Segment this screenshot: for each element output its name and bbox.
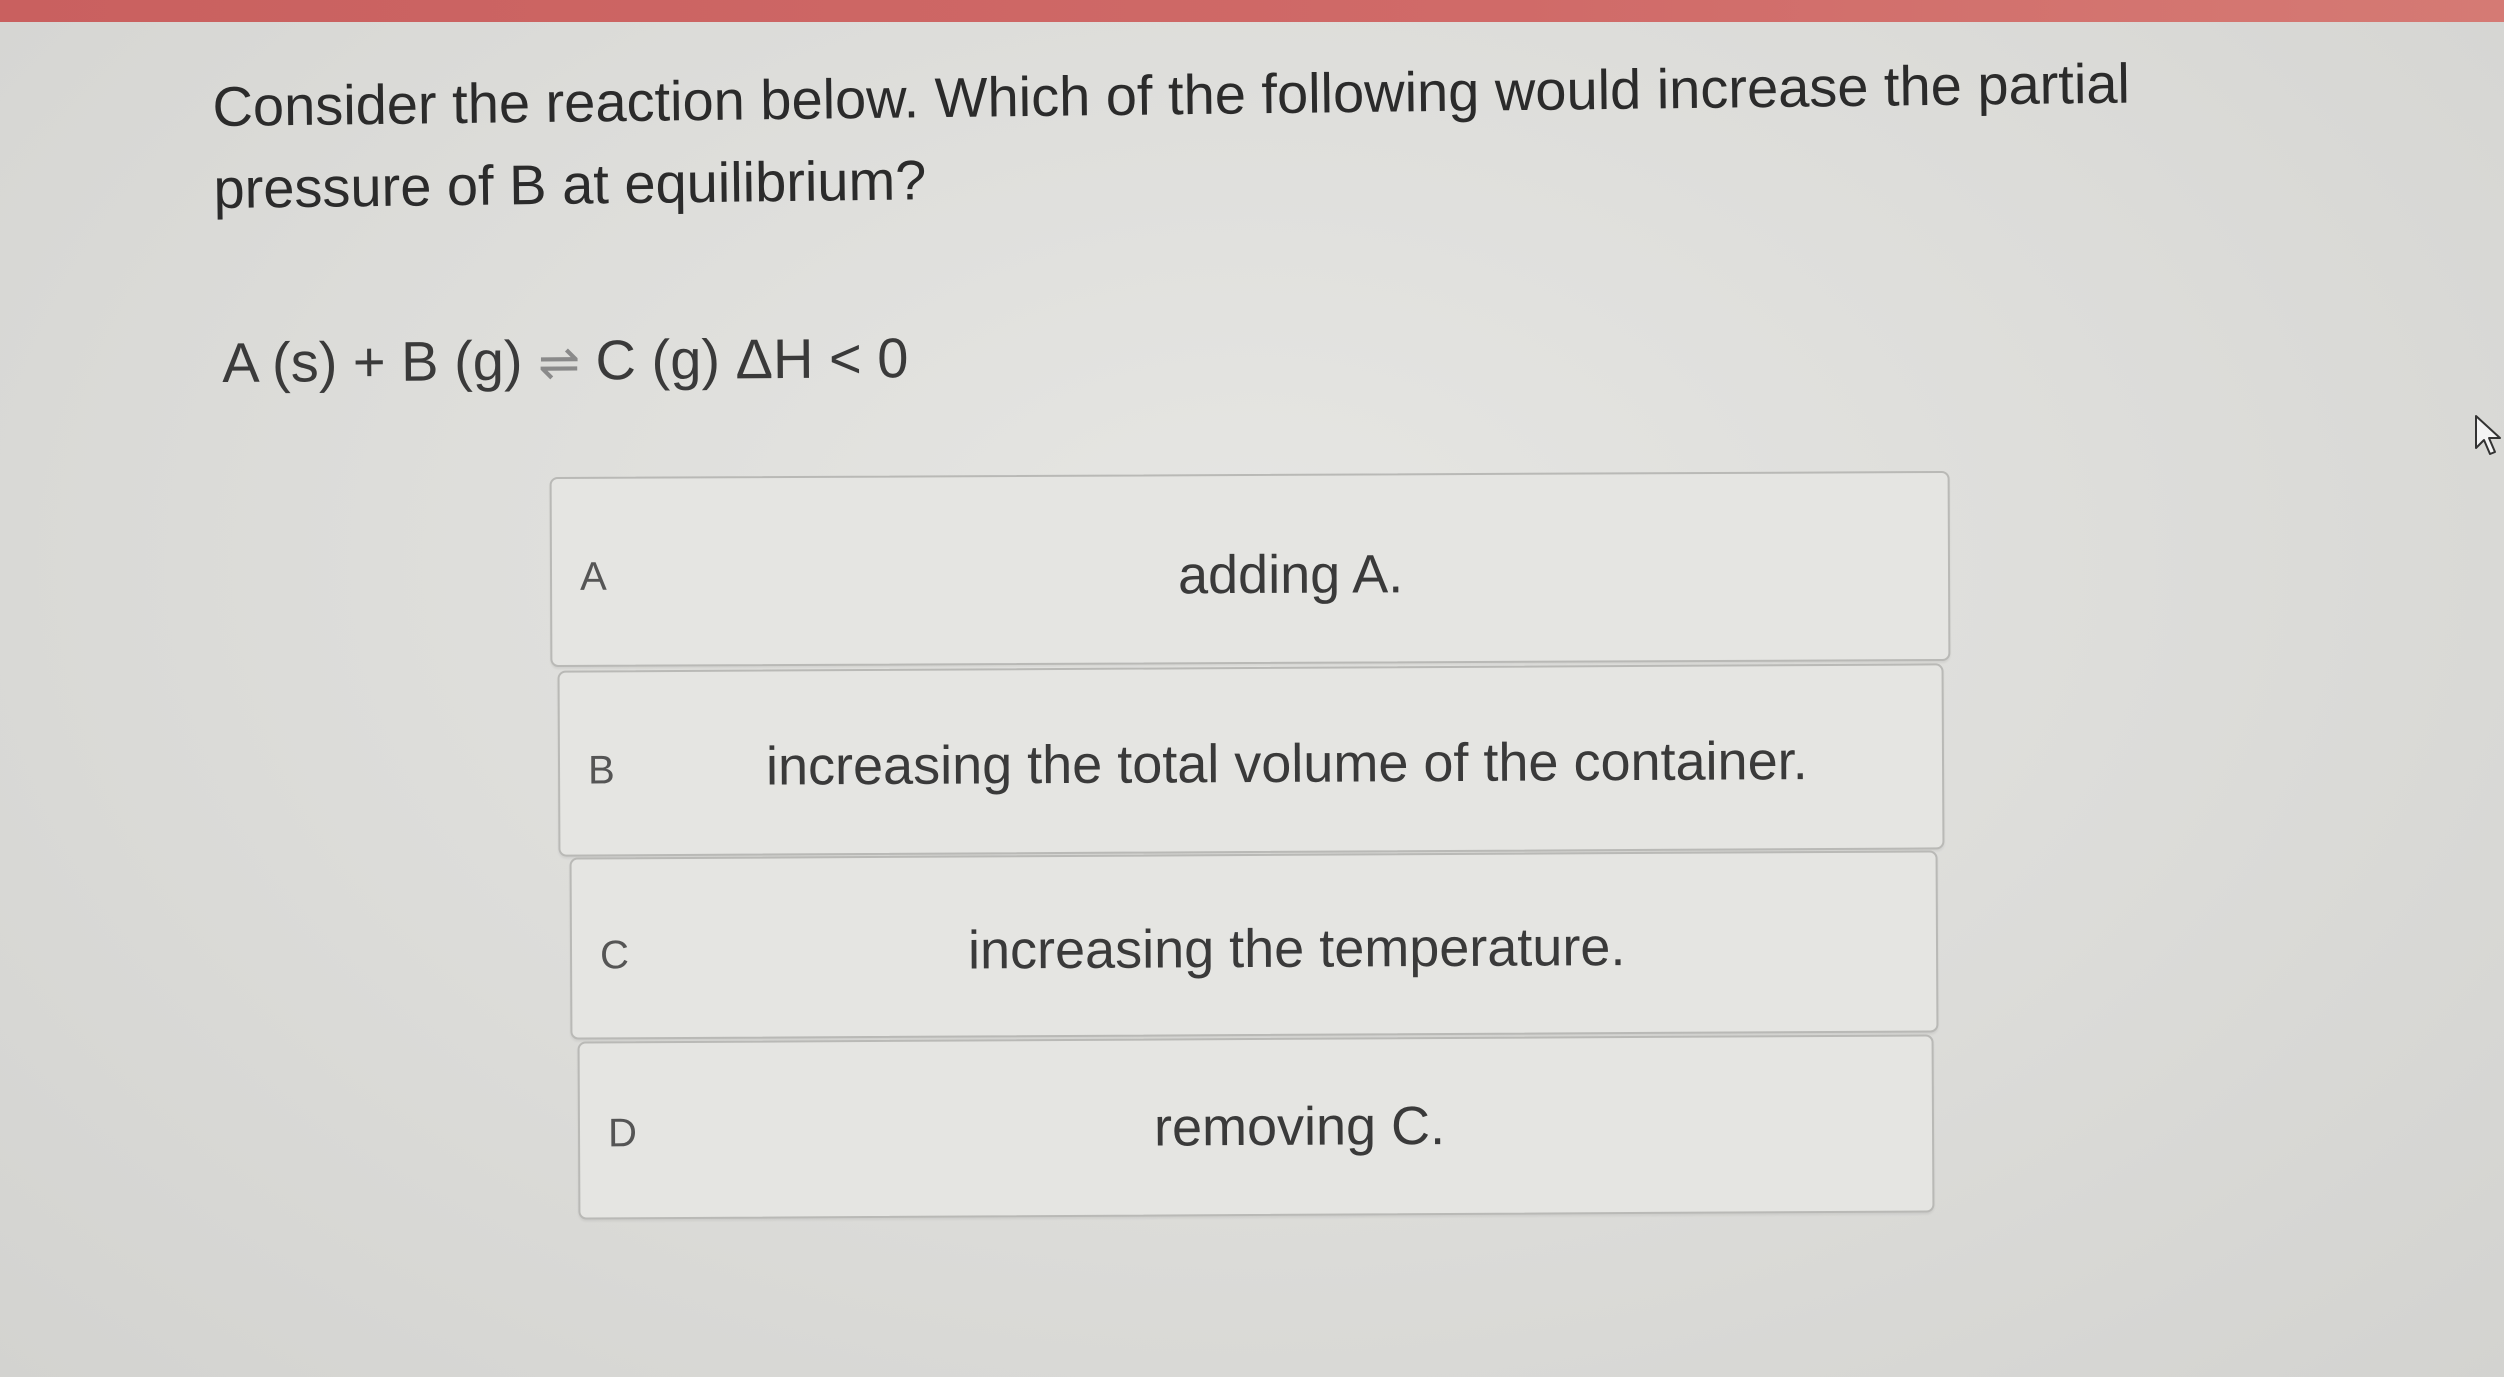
option-letter: D (607, 1111, 638, 1156)
answer-option-b[interactable]: B increasing the total volume of the con… (557, 663, 1945, 857)
option-letter: C (599, 933, 630, 978)
option-text: increasing the temperature. (967, 917, 1626, 981)
top-accent-bar (0, 0, 2504, 22)
answer-option-c[interactable]: C increasing the temperature. (569, 850, 1939, 1040)
equilibrium-arrow: ⇌ (537, 334, 581, 391)
mouse-pointer-icon (2475, 415, 2501, 455)
option-text: increasing the total volume of the conta… (765, 731, 1808, 797)
answer-option-a[interactable]: A adding A. (549, 470, 1951, 668)
option-letter: B (587, 748, 615, 793)
equation-products: C (g) ΔH < 0 (595, 326, 909, 392)
option-text: adding A. (1177, 544, 1404, 606)
equation-reactants: A (s) + B (g) (222, 328, 523, 394)
reaction-equation: A (s) + B (g) ⇌ C (g) ΔH < 0 (222, 325, 909, 395)
option-text: removing C. (1153, 1096, 1446, 1158)
option-letter: A (579, 554, 607, 599)
question-panel: Consider the reaction below. Which of th… (0, 22, 2504, 1377)
question-prompt: Consider the reaction below. Which of th… (212, 51, 2131, 220)
answer-option-d[interactable]: D removing C. (577, 1034, 1935, 1220)
